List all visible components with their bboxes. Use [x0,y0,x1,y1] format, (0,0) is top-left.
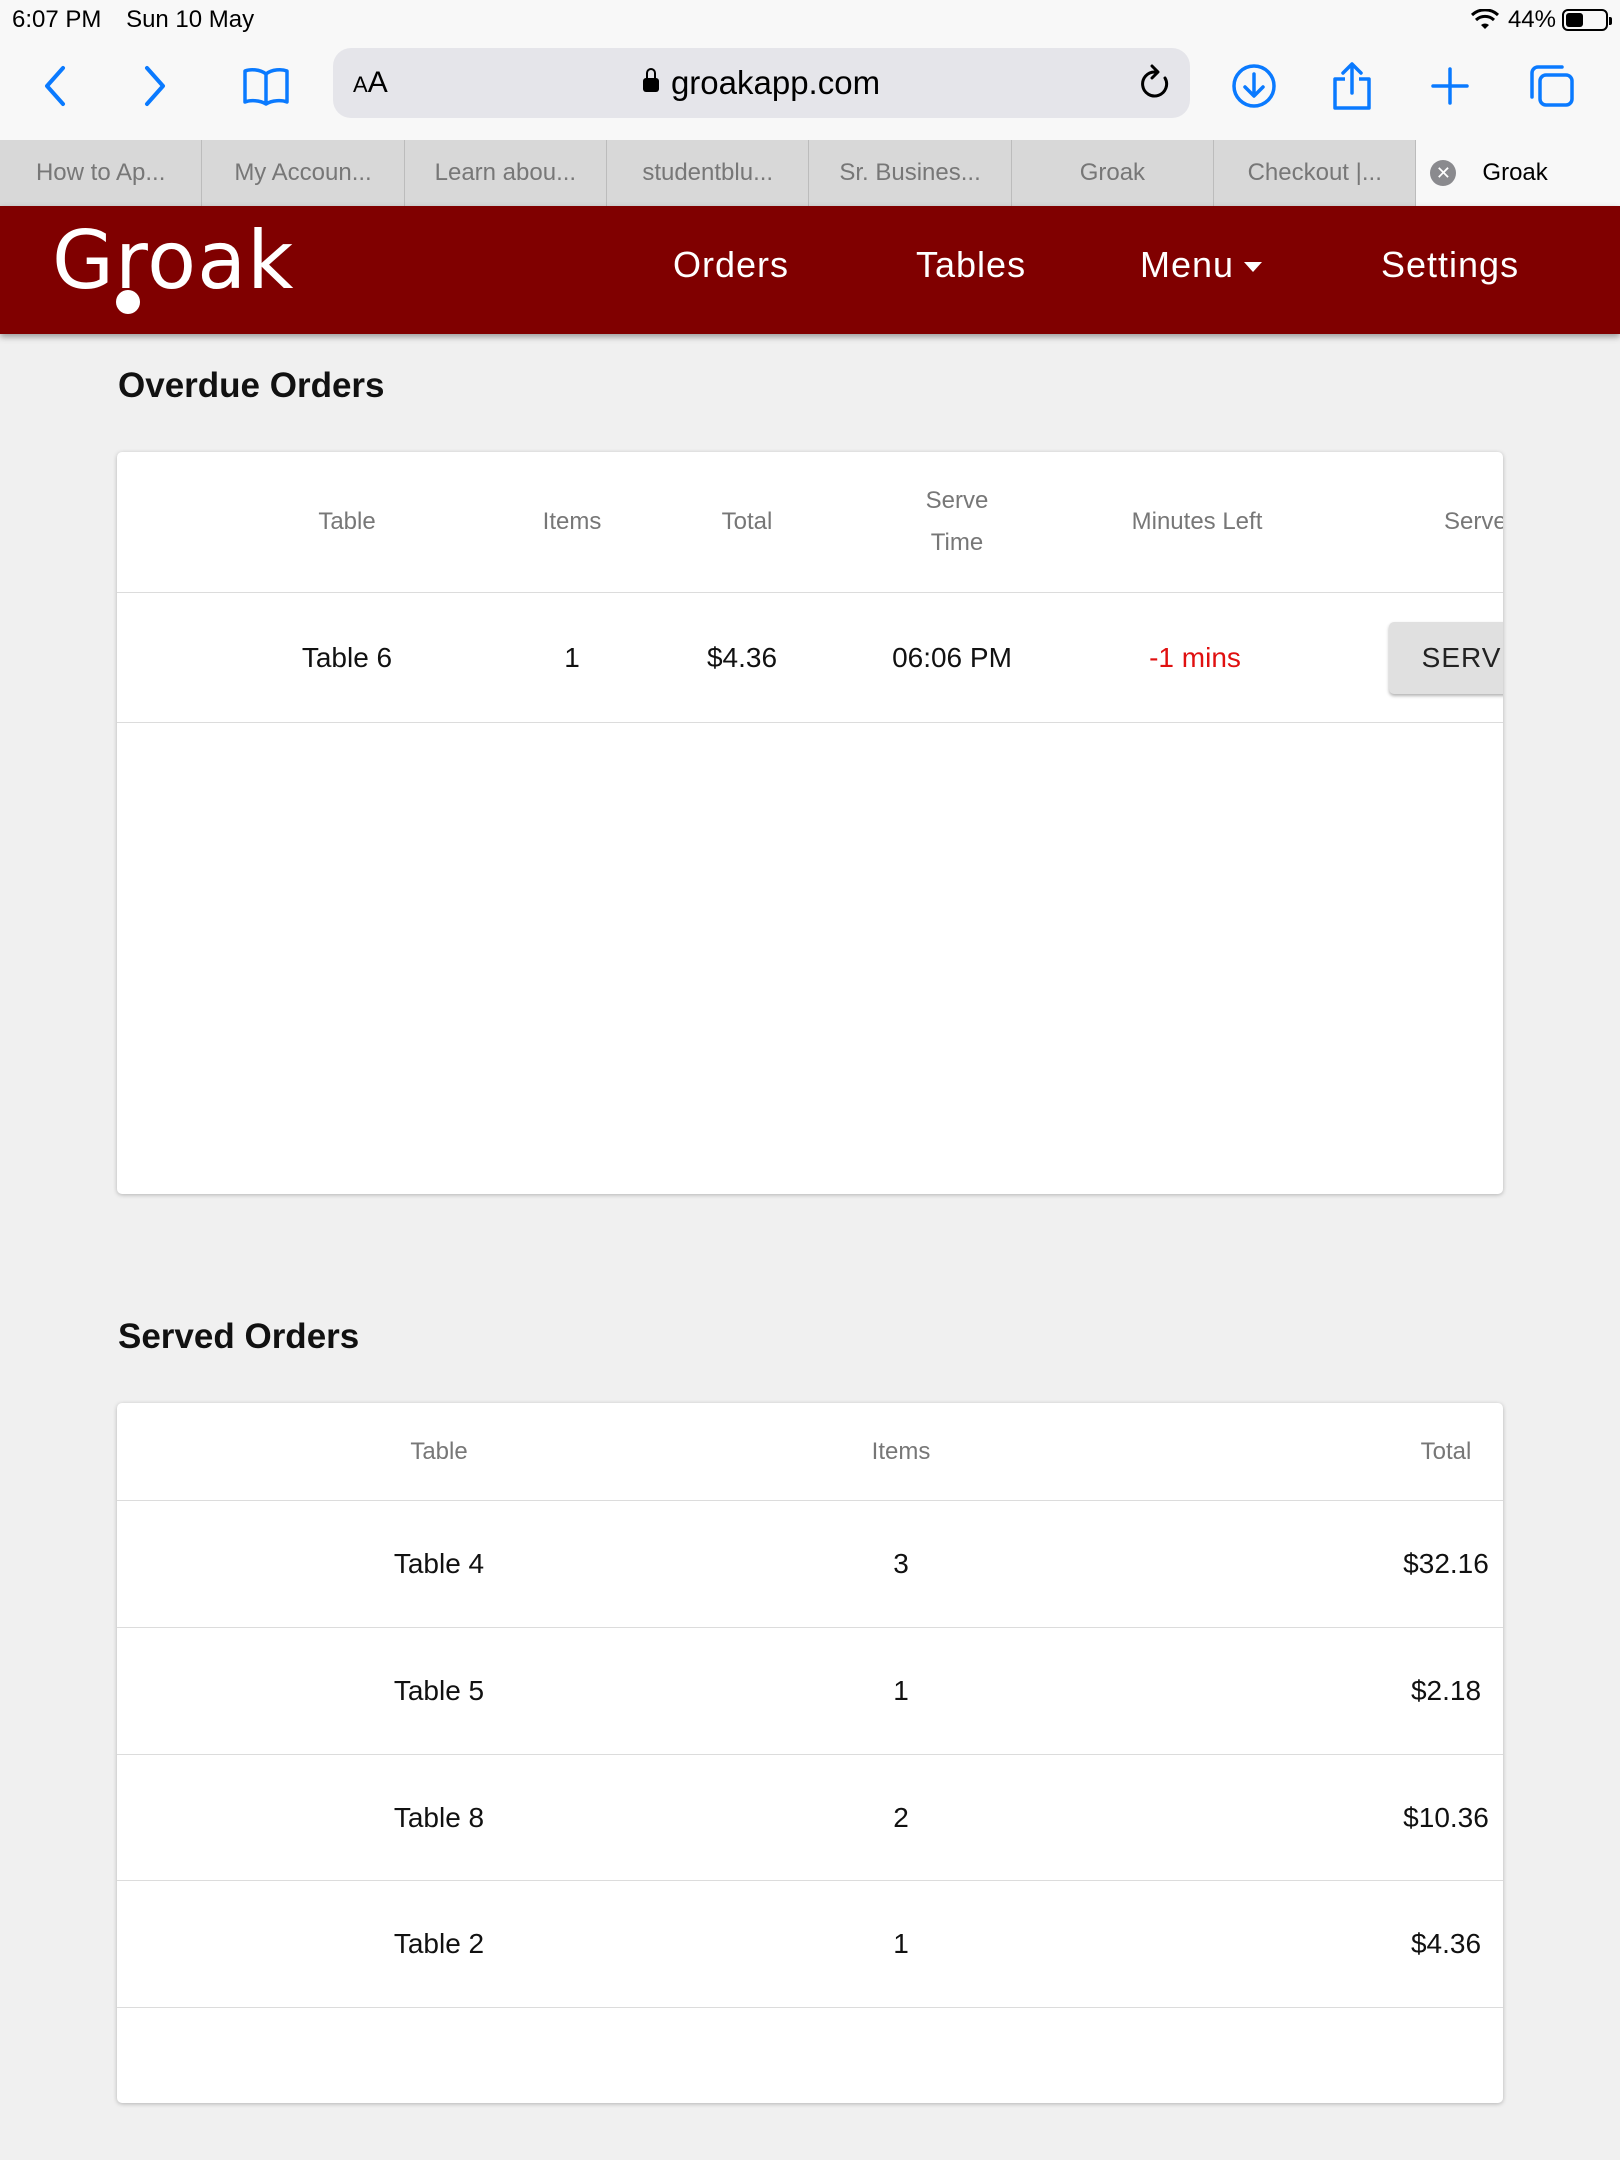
browser-tab[interactable]: Groak [1012,140,1215,206]
col-serve-time-header: Serve Time [925,487,989,556]
browser-tabs: How to Ap... My Accoun... Learn abou... … [0,140,1620,206]
status-left: 6:07 PM Sun 10 May [12,6,272,34]
cell-items: 2 [893,1801,909,1833]
cell-items: 1 [893,1928,909,1959]
cell-total: $2.18 [1410,1675,1482,1706]
nav-menu-dropdown[interactable]: Menu [1140,244,1263,286]
nav-tables[interactable]: Tables [916,244,1026,286]
served-button[interactable]: SERVED [1389,621,1503,694]
col-items-header: Items [871,1437,931,1465]
browser-tab[interactable]: Checkout |... [1214,140,1417,206]
address-bar[interactable]: AA groakapp.com [333,48,1190,118]
col-items-header: Items [542,508,602,535]
table-header-row: Table Items Total [117,1403,1503,1501]
nav-menu-label: Menu [1140,244,1235,285]
cell-items: 1 [564,641,580,673]
cell-minutes-left: -1 mins [1149,641,1241,673]
table-row: Table 5 1 $2.18 [117,1628,1503,1755]
bookmarks-icon[interactable] [238,58,294,114]
table-row: Table 4 3 $32.16 [117,1501,1503,1628]
browser-tab[interactable]: studentblu... [607,140,810,206]
browser-tab[interactable]: My Accoun... [202,140,405,206]
logo-heart-icon [116,290,140,314]
status-right: 44% [1470,6,1612,34]
forward-icon[interactable] [126,58,182,114]
browser-tab[interactable]: How to Ap... [0,140,203,206]
status-bar: 6:07 PM Sun 10 May 44% [0,0,1620,40]
browser-tab-active[interactable]: ✕ Groak [1416,140,1620,206]
browser-tab-label: Groak [1482,159,1548,186]
col-total-header: Total [1420,1437,1472,1465]
nav-orders[interactable]: Orders [673,244,789,286]
wifi-icon [1470,9,1499,29]
browser-tab[interactable]: Learn abou... [405,140,608,206]
served-orders-title: Served Orders [118,1317,360,1356]
col-total-header: Total [721,508,773,535]
nav-settings[interactable]: Settings [1381,244,1519,286]
groak-logo[interactable]: Groak [52,214,294,307]
cell-total: $4.36 [1410,1928,1482,1959]
col-minutes-left-header: Minutes Left [1131,508,1263,535]
url-text: groakapp.com [333,64,1190,102]
browser-toolbar: AA groakapp.com [0,40,1620,140]
share-icon[interactable] [1324,58,1380,114]
table-row: Table 8 2 $10.36 [117,1755,1503,1881]
overdue-orders-title: Overdue Orders [118,366,385,405]
tabs-icon[interactable] [1524,58,1580,114]
cell-serve-time: 06:06 PM [892,641,1012,673]
table-row: Table 6 1 $4.36 06:06 PM -1 mins SERVED [117,593,1503,723]
served-orders-table: Table Items Total Table 4 3 $32.16 Table… [117,1403,1503,2103]
browser-tab[interactable]: Sr. Busines... [809,140,1012,206]
url-value: groakapp.com [670,64,881,101]
new-tab-icon[interactable] [1422,58,1478,114]
status-time: 6:07 PM [12,6,102,33]
table-row: Table 2 1 $4.36 [117,1881,1503,2008]
cell-total: $4.36 [706,641,778,673]
cell-total: $32.16 [1403,1548,1489,1579]
caret-down-icon [1244,262,1263,273]
back-icon[interactable] [28,58,84,114]
cell-total: $10.36 [1403,1801,1489,1833]
reload-icon[interactable] [1130,58,1180,108]
col-served-header: Served [1443,508,1503,535]
battery-percent: 44% [1507,6,1556,33]
overdue-orders-table: Table Items Total Serve Time Minutes Lef… [117,452,1503,1194]
cell-served-action: SERVED [1367,593,1503,722]
app-navbar: Groak Orders Tables Menu Settings [0,206,1620,334]
close-tab-icon[interactable]: ✕ [1430,160,1457,186]
download-icon[interactable] [1226,58,1282,114]
battery-level [1566,13,1583,27]
status-date: Sun 10 May [126,6,255,33]
lock-icon [642,68,659,92]
table-header-row: Table Items Total Serve Time Minutes Lef… [117,452,1503,593]
cell-items: 3 [893,1548,909,1579]
cell-items: 1 [893,1675,909,1706]
battery-icon [1562,9,1612,31]
